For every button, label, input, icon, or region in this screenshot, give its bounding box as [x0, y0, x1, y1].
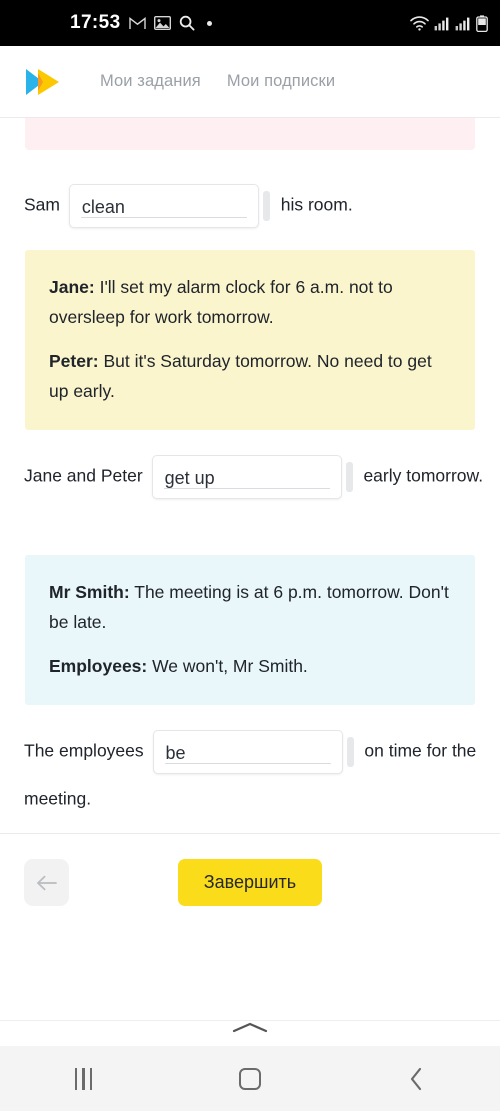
tab-my-tasks[interactable]: Мои задания [100, 72, 201, 91]
question-row-2: Jane and Peter get up early tomorrow. [24, 451, 484, 499]
nav-recents-button[interactable] [43, 1046, 123, 1111]
question-3-before: The employees [24, 740, 144, 761]
app-header: Мои задания Мои подписки [0, 46, 500, 118]
question-1-before: Sam [24, 194, 60, 215]
action-footer: Завершить [0, 833, 500, 1020]
finish-button[interactable]: Завершить [178, 859, 322, 906]
header-tabs: Мои задания Мои подписки [100, 72, 335, 91]
answer-resize-handle-2[interactable] [345, 461, 353, 492]
dialogue-card-blue: Mr Smith: The meeting is at 6 p.m. tomor… [25, 555, 475, 705]
status-bar-left-group: 17:53 [70, 12, 212, 34]
home-icon [238, 1067, 261, 1090]
dialogue-blue-text-2: We won't, Mr Smith. [147, 656, 308, 676]
bottom-sheet-handle[interactable] [0, 1020, 500, 1046]
battery-icon [476, 14, 488, 32]
answer-input-2[interactable]: get up [151, 454, 342, 499]
double-play-logo[interactable] [18, 62, 66, 102]
question-2-before: Jane and Peter [24, 465, 143, 486]
answer-input-wrap-3[interactable]: be [152, 727, 356, 774]
exercise-content[interactable]: Sam clean his room. Jane: I'll set my al… [0, 118, 500, 833]
answer-value-1: clean [81, 196, 125, 217]
chevron-up-icon [232, 1022, 268, 1033]
arrow-left-icon [36, 875, 57, 890]
status-bar-clock: 17:53 [70, 12, 121, 33]
photos-icon [153, 16, 171, 30]
answer-input-1[interactable]: clean [68, 183, 259, 228]
dialogue-yellow-speaker-1: Jane: [49, 277, 95, 297]
search-icon [179, 15, 195, 31]
dialogue-blue-line-2: Employees: We won't, Mr Smith. [49, 651, 451, 681]
answer-resize-handle-1[interactable] [262, 190, 270, 221]
answer-input-3[interactable]: be [152, 729, 343, 774]
answer-value-2: get up [164, 467, 215, 488]
answer-value-3: be [165, 742, 186, 763]
question-row-1: Sam clean his room. [24, 180, 484, 228]
answer-input-wrap-1[interactable]: clean [68, 181, 272, 228]
recents-icon [74, 1067, 93, 1090]
nav-home-button[interactable] [210, 1046, 290, 1111]
dot-indicator-icon [206, 20, 212, 26]
android-nav-bar [0, 1046, 500, 1111]
wifi-icon [410, 15, 429, 31]
gmail-icon [128, 16, 146, 29]
answer-input-wrap-2[interactable]: get up [151, 452, 355, 499]
back-button[interactable] [24, 859, 69, 906]
dialogue-yellow-text-1: I'll set my alarm clock for 6 a.m. not t… [49, 277, 393, 327]
back-chevron-icon [410, 1067, 421, 1090]
answer-underline-3 [164, 762, 331, 764]
previous-dialogue-card-partial [25, 118, 475, 150]
android-status-bar: 17:53 [0, 0, 500, 46]
dialogue-card-yellow: Jane: I'll set my alarm clock for 6 a.m.… [25, 250, 475, 430]
signal-icon-2 [455, 17, 470, 30]
dialogue-yellow-line-2: Peter: But it's Saturday tomorrow. No ne… [49, 346, 451, 406]
nav-back-button[interactable] [377, 1046, 457, 1111]
dialogue-yellow-speaker-2: Peter: [49, 351, 99, 371]
answer-resize-handle-3[interactable] [346, 736, 354, 767]
dialogue-blue-speaker-1: Mr Smith: [49, 582, 130, 602]
tab-my-subscriptions[interactable]: Мои подписки [227, 72, 335, 91]
status-bar-right-group [410, 0, 488, 46]
dialogue-yellow-line-1: Jane: I'll set my alarm clock for 6 a.m.… [49, 272, 451, 332]
question-row-3: The employees be on time for the meeting… [24, 726, 484, 821]
dialogue-blue-line-1: Mr Smith: The meeting is at 6 p.m. tomor… [49, 577, 451, 637]
dialogue-blue-speaker-2: Employees: [49, 656, 148, 676]
signal-icon-1 [434, 17, 449, 30]
question-2-after: early tomorrow. [363, 465, 484, 486]
dialogue-yellow-text-2: But it's Saturday tomorrow. No need to g… [49, 351, 432, 401]
question-1-after: his room. [280, 194, 353, 215]
